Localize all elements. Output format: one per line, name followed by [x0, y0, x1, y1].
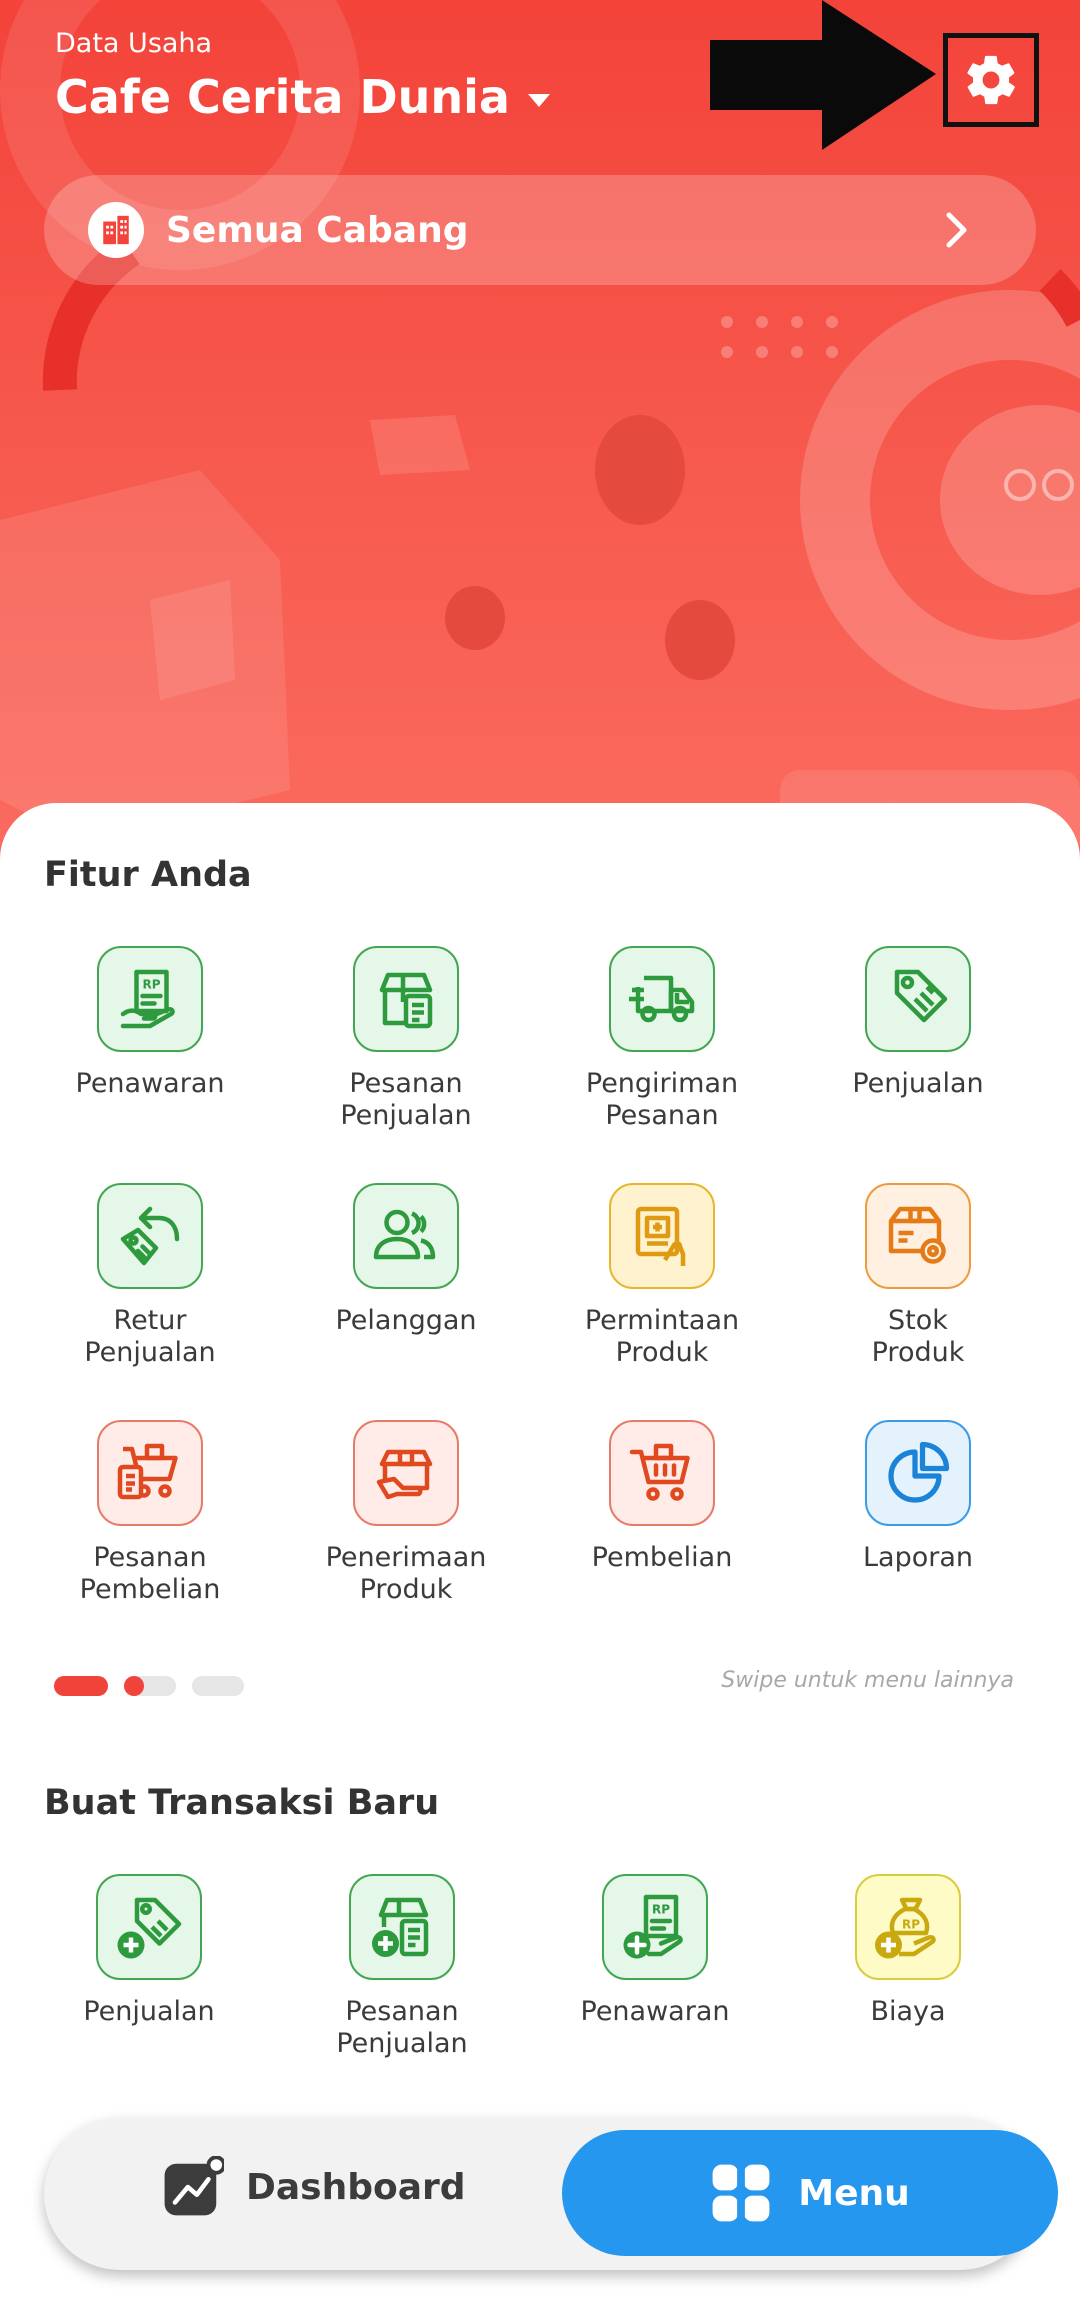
- svg-text:RP: RP: [902, 1918, 920, 1932]
- new-biaya[interactable]: RP Biaya: [778, 1874, 1038, 2028]
- header-banner: Data Usaha Cafe Cerita Dunia Semua Caban…: [0, 0, 1080, 860]
- feature-pesanan-penjualan[interactable]: Pesanan Penjualan: [276, 946, 536, 1132]
- pie-chart-icon: [865, 1420, 971, 1526]
- customers-icon: [353, 1183, 459, 1289]
- settings-button[interactable]: [943, 33, 1039, 127]
- transactions-title: Buat Transaksi Baru: [44, 1783, 440, 1823]
- svg-text:RP: RP: [143, 978, 161, 992]
- feature-pengiriman-pesanan[interactable]: Pengiriman Pesanan: [532, 946, 792, 1132]
- branch-label: Semua Cabang: [166, 209, 469, 251]
- feature-label: Penerimaan Produk: [325, 1542, 487, 1605]
- transaction-label: Pesanan Penjualan: [336, 1996, 468, 2059]
- feature-permintaan-produk[interactable]: Permintaan Produk: [532, 1183, 792, 1369]
- annotation-arrow: [710, 0, 936, 150]
- feature-stok-produk[interactable]: Stok Produk: [788, 1183, 1048, 1369]
- product-stock-icon: [865, 1183, 971, 1289]
- feature-label: Pembelian: [591, 1542, 733, 1573]
- nav-menu-label: Menu: [798, 2172, 910, 2214]
- feature-penawaran[interactable]: RP Penawaran: [20, 946, 280, 1100]
- feature-laporan[interactable]: Laporan: [788, 1420, 1048, 1574]
- add-expense-icon: RP: [855, 1874, 961, 1980]
- feature-label: Stok Produk: [871, 1305, 965, 1368]
- transaction-label: Biaya: [870, 1996, 946, 2027]
- page-dot-2: [124, 1676, 176, 1696]
- feature-label: Pengiriman Pesanan: [585, 1068, 739, 1131]
- dashboard-icon: [164, 2156, 224, 2216]
- sales-return-icon: [97, 1183, 203, 1289]
- purchase-order-icon: [97, 1420, 203, 1526]
- business-selector[interactable]: Cafe Cerita Dunia: [55, 70, 550, 124]
- swipe-hint: Swipe untuk menu lainnya: [721, 1668, 1014, 1693]
- delivery-truck-icon: [609, 946, 715, 1052]
- business-section-label: Data Usaha: [55, 28, 213, 59]
- page-indicator[interactable]: [54, 1676, 244, 1696]
- nav-dashboard-label: Dashboard: [246, 2166, 466, 2208]
- nav-menu[interactable]: Menu: [562, 2130, 1058, 2256]
- feature-pembelian[interactable]: Pembelian: [532, 1420, 792, 1574]
- new-pesanan-penjualan[interactable]: Pesanan Penjualan: [272, 1874, 532, 2060]
- menu-grid-icon: [712, 2164, 770, 2222]
- page-dot-3: [192, 1676, 244, 1696]
- feature-label: Pesanan Penjualan: [340, 1068, 472, 1131]
- new-penjualan[interactable]: Penjualan: [19, 1874, 279, 2028]
- feature-label: Penawaran: [75, 1068, 225, 1099]
- feature-label: Pelanggan: [335, 1305, 477, 1336]
- feature-pelanggan[interactable]: Pelanggan: [276, 1183, 536, 1337]
- sales-order-icon: [353, 946, 459, 1052]
- feature-label: Retur Penjualan: [84, 1305, 216, 1368]
- transaction-label: Penjualan: [83, 1996, 215, 2027]
- bottom-navigation: Dashboard Menu: [44, 2118, 1058, 2270]
- product-receipt-icon: [353, 1420, 459, 1526]
- feature-penerimaan-produk[interactable]: Penerimaan Produk: [276, 1420, 536, 1606]
- add-quotation-icon: RP: [602, 1874, 708, 1980]
- feature-label: Laporan: [862, 1542, 973, 1573]
- business-name: Cafe Cerita Dunia: [55, 70, 510, 124]
- new-penawaran[interactable]: RP Penawaran: [525, 1874, 785, 2028]
- feature-retur-penjualan[interactable]: Retur Penjualan: [20, 1183, 280, 1369]
- feature-penjualan[interactable]: Penjualan: [788, 946, 1048, 1100]
- gear-icon: [967, 55, 1015, 105]
- shopping-cart-icon: [609, 1420, 715, 1526]
- price-tag-icon: [865, 946, 971, 1052]
- feature-label: Permintaan Produk: [584, 1305, 740, 1368]
- feature-pesanan-pembelian[interactable]: Pesanan Pembelian: [20, 1420, 280, 1606]
- add-sales-order-icon: [349, 1874, 455, 1980]
- svg-text:RP: RP: [652, 1903, 670, 1917]
- features-title: Fitur Anda: [44, 855, 252, 895]
- nav-dashboard[interactable]: Dashboard: [162, 2156, 466, 2218]
- feature-label: Penjualan: [852, 1068, 984, 1099]
- transaction-label: Penawaran: [580, 1996, 730, 2027]
- feature-label: Pesanan Pembelian: [79, 1542, 221, 1605]
- quotation-icon: RP: [97, 946, 203, 1052]
- chevron-right-icon: [946, 212, 967, 248]
- product-request-icon: [609, 1183, 715, 1289]
- add-sale-icon: [96, 1874, 202, 1980]
- building-icon: [88, 202, 144, 258]
- page-dot-1: [54, 1676, 108, 1696]
- branch-selector[interactable]: Semua Cabang: [44, 175, 1036, 285]
- caret-down-icon: [527, 93, 550, 107]
